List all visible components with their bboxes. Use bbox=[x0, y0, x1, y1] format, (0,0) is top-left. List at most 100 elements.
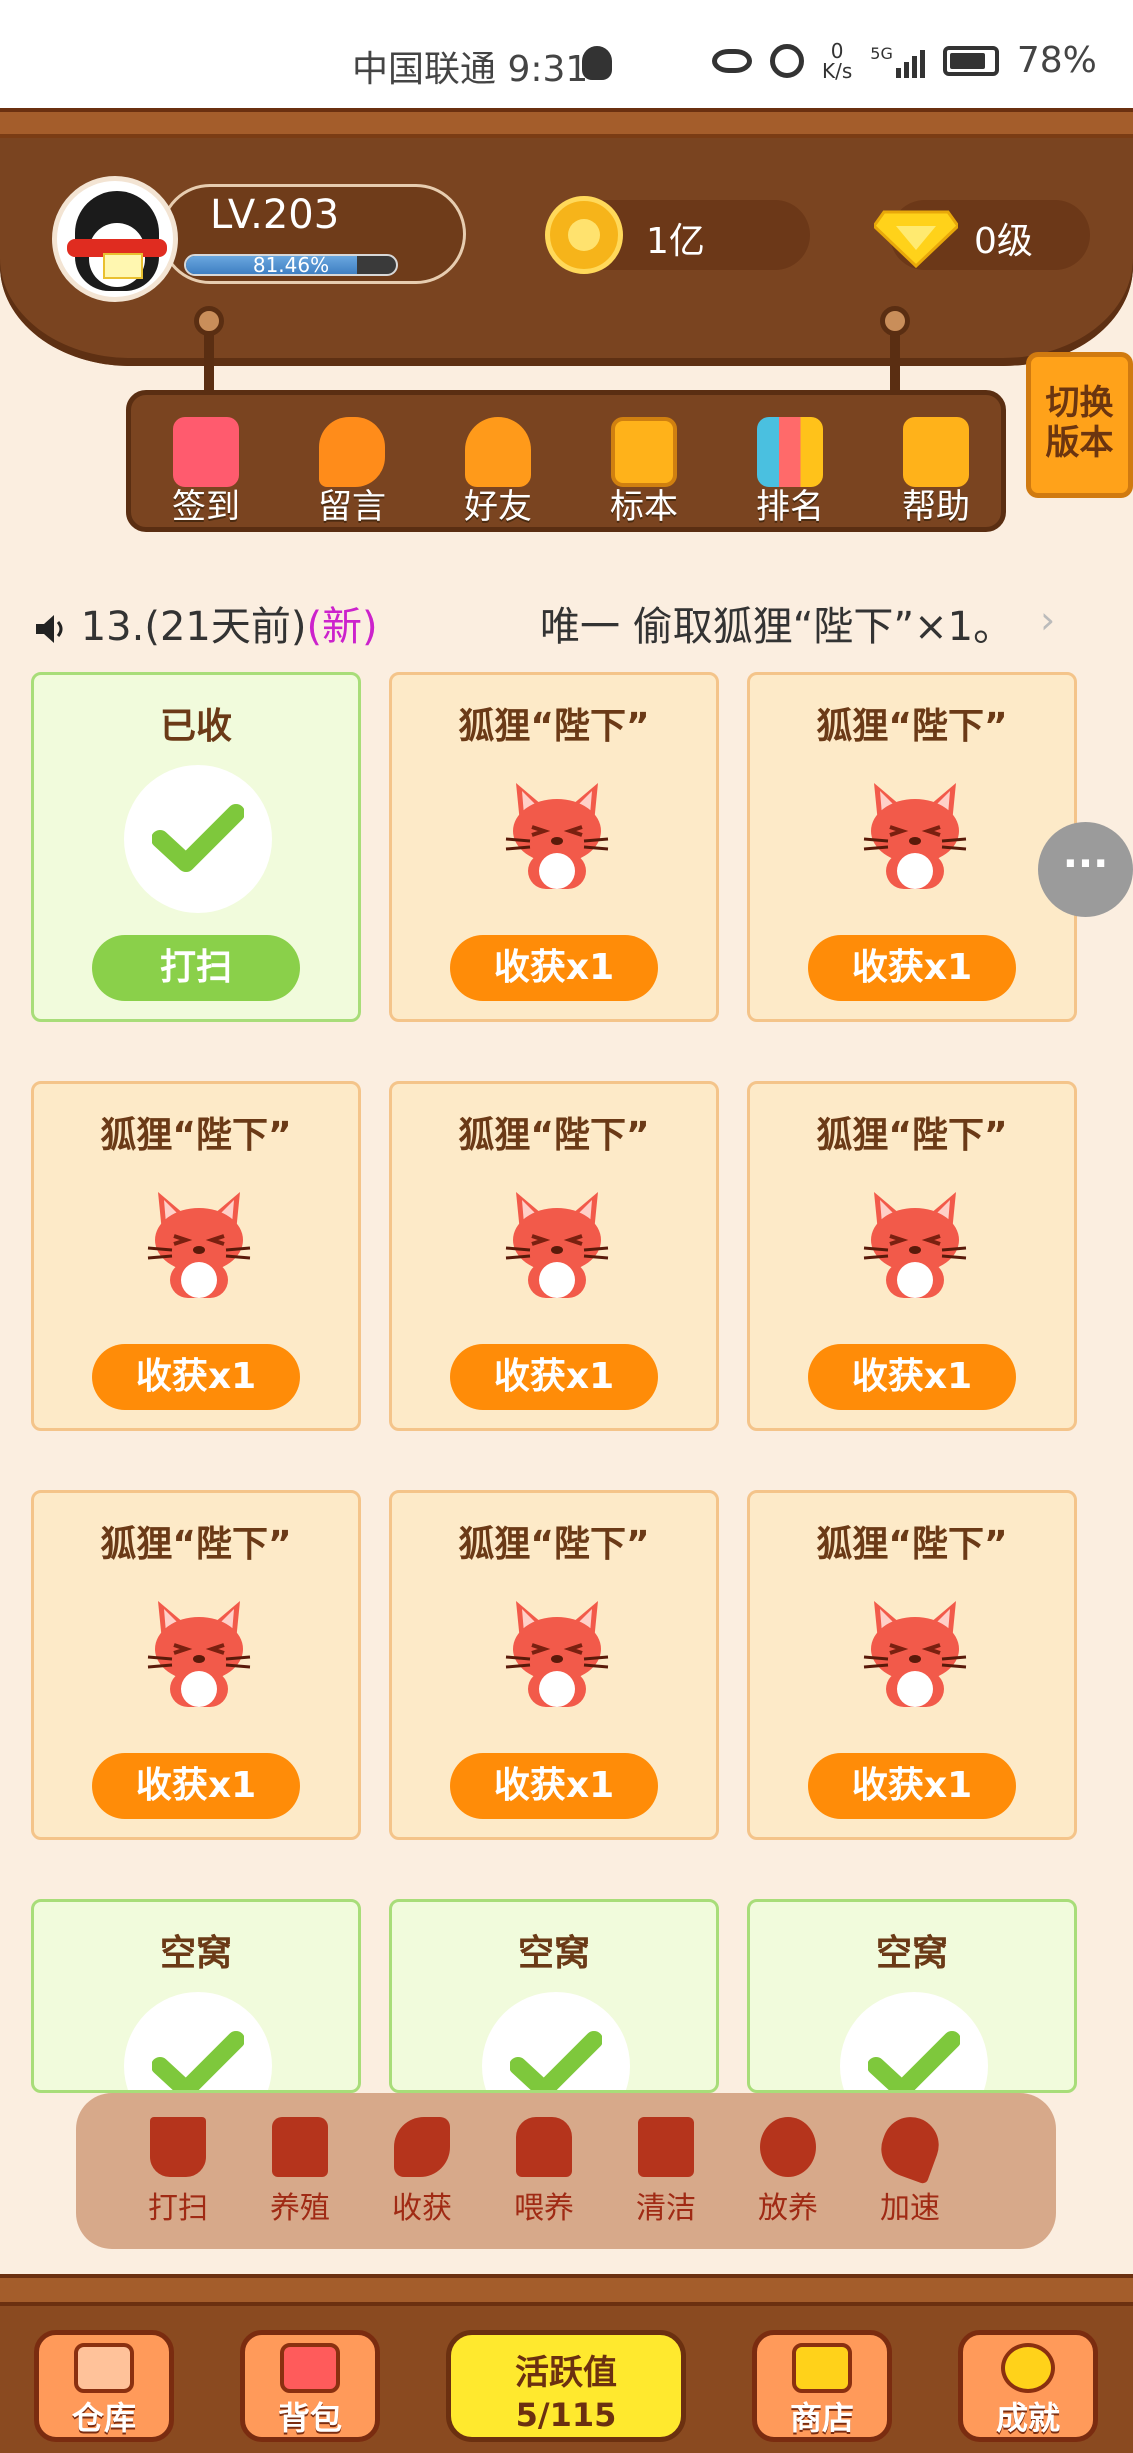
player-level: LV.203 bbox=[210, 192, 340, 238]
eye-comfort-icon bbox=[712, 48, 752, 73]
chevron-right-icon[interactable]: › bbox=[1040, 598, 1055, 642]
empty-nest-slot[interactable]: 空窝 bbox=[747, 1899, 1077, 2093]
top-wood-rail bbox=[0, 108, 1133, 138]
fox-slot[interactable]: 狐狸“陛下” 收获x1 bbox=[747, 1490, 1077, 1840]
action-release-button[interactable]: 放养 bbox=[740, 2117, 836, 2227]
check-icon bbox=[482, 1992, 630, 2090]
friend-icon bbox=[465, 417, 531, 487]
backpack-icon bbox=[280, 2343, 340, 2393]
bottom-wood-rail bbox=[0, 2274, 1133, 2306]
alarm-icon bbox=[770, 43, 804, 78]
activity-value: 5/115 bbox=[515, 2396, 617, 2434]
sweep-button[interactable]: 打扫 bbox=[92, 935, 300, 1001]
fox-slot[interactable]: 狐狸“陛下” 收获x1 bbox=[389, 672, 719, 1022]
check-icon bbox=[840, 1992, 988, 2090]
diamond-level: 0级 bbox=[974, 221, 1033, 262]
slot-title: 狐狸“陛下” bbox=[458, 1115, 650, 1156]
slot-title: 狐狸“陛下” bbox=[458, 1524, 650, 1565]
help-icon bbox=[903, 417, 969, 487]
breed-icon bbox=[272, 2117, 328, 2177]
broom-icon bbox=[150, 2117, 206, 2177]
notice-new-tag: (新) bbox=[306, 604, 378, 650]
harvest-button[interactable]: 收获x1 bbox=[92, 1753, 300, 1819]
specimen-book-icon bbox=[611, 417, 677, 487]
action-bar: 打扫 养殖 收获 喂养 清洁 放养 加速 bbox=[76, 2093, 1056, 2249]
nav-achievement-button[interactable]: 成就 bbox=[958, 2330, 1098, 2442]
sign-knob-right bbox=[880, 306, 910, 336]
notice-message: 唯一 偷取狐狸“陛下”×1。 bbox=[540, 604, 1014, 650]
fox-icon bbox=[502, 1593, 612, 1709]
slot-title: 狐狸“陛下” bbox=[100, 1115, 292, 1156]
action-harvest-button[interactable]: 收获 bbox=[374, 2117, 470, 2227]
coin-amount: 1亿 bbox=[646, 221, 705, 262]
fox-slot[interactable]: 狐狸“陛下” 收获x1 bbox=[31, 1081, 361, 1431]
empty-nest-slot[interactable]: 空窝 bbox=[31, 1899, 361, 2093]
coin-icon bbox=[545, 196, 623, 274]
calendar-icon bbox=[173, 417, 239, 487]
medal-icon bbox=[1001, 2343, 1055, 2393]
fox-icon bbox=[860, 1593, 970, 1709]
nav-shop-button[interactable]: 商店 bbox=[752, 2330, 892, 2442]
carrier-time: 中国联通 9:31 bbox=[352, 49, 589, 90]
fox-icon bbox=[502, 1184, 612, 1300]
action-feed-button[interactable]: 喂养 bbox=[496, 2117, 592, 2227]
harvest-button[interactable]: 收获x1 bbox=[808, 1344, 1016, 1410]
slot-title: 狐狸“陛下” bbox=[816, 1524, 1008, 1565]
toolbar-specimen-button[interactable]: 标本 bbox=[589, 417, 699, 528]
collected-slot[interactable]: 已收 打扫 bbox=[31, 672, 361, 1022]
harvest-icon bbox=[394, 2117, 450, 2177]
slot-title: 空窝 bbox=[159, 1933, 232, 1974]
signal-icon: 5G bbox=[870, 44, 925, 78]
toolbar-checkin-button[interactable]: 签到 bbox=[151, 417, 261, 528]
harvest-button[interactable]: 收获x1 bbox=[808, 1753, 1016, 1819]
harvest-button[interactable]: 收获x1 bbox=[450, 1344, 658, 1410]
fox-slot[interactable]: 狐狸“陛下” 收获x1 bbox=[389, 1081, 719, 1431]
nav-warehouse-button[interactable]: 仓库 bbox=[34, 2330, 174, 2442]
harvest-button[interactable]: 收获x1 bbox=[450, 1753, 658, 1819]
feature-toolbar: 签到 留言 好友 标本 排名 帮助 bbox=[126, 390, 1006, 532]
fox-slot[interactable]: 狐狸“陛下” 收获x1 bbox=[31, 1490, 361, 1840]
status-bar: 中国联通 9:31 0 K/s 5G 78% bbox=[0, 0, 1133, 108]
speaker-icon bbox=[36, 615, 63, 643]
house-icon bbox=[74, 2343, 134, 2393]
shop-icon bbox=[792, 2343, 852, 2393]
fox-slot[interactable]: 狐狸“陛下” 收获x1 bbox=[389, 1490, 719, 1840]
ranking-icon bbox=[757, 417, 823, 487]
fox-icon bbox=[860, 775, 970, 891]
avatar[interactable] bbox=[52, 176, 178, 302]
action-sweep-button[interactable]: 打扫 bbox=[130, 2117, 226, 2227]
action-speedup-button[interactable]: 加速 bbox=[862, 2109, 958, 2227]
fox-icon bbox=[144, 1184, 254, 1300]
network-speed: 0 K/s bbox=[822, 38, 853, 83]
empty-nest-slot[interactable]: 空窝 bbox=[389, 1899, 719, 2093]
switch-version-button[interactable]: 切换 版本 bbox=[1026, 352, 1133, 498]
paw-icon bbox=[760, 2117, 816, 2177]
slot-title: 狐狸“陛下” bbox=[816, 1115, 1008, 1156]
sign-knob-left bbox=[194, 306, 224, 336]
toolbar-help-button[interactable]: 帮助 bbox=[881, 417, 991, 528]
battery-icon bbox=[942, 45, 999, 76]
notice-prefix: 13.(21天前) bbox=[80, 604, 307, 650]
fox-icon bbox=[502, 775, 612, 891]
more-options-button[interactable]: ··· bbox=[1038, 822, 1133, 917]
diamond-icon bbox=[874, 210, 958, 268]
fox-slot[interactable]: 狐狸“陛下” 收获x1 bbox=[747, 1081, 1077, 1431]
harvest-button[interactable]: 收获x1 bbox=[92, 1344, 300, 1410]
exp-percent: 81.46% bbox=[252, 253, 330, 277]
fox-slot[interactable]: 狐狸“陛下” 收获x1 bbox=[747, 672, 1077, 1022]
battery-percent: 78% bbox=[1016, 40, 1097, 81]
slot-title: 狐狸“陛下” bbox=[100, 1524, 292, 1565]
action-breed-button[interactable]: 养殖 bbox=[252, 2117, 348, 2227]
activity-label: 活跃值 bbox=[515, 2353, 617, 2393]
notice-bar: 13.(21天前)(新) bbox=[34, 594, 378, 652]
spray-clean-icon bbox=[638, 2117, 694, 2177]
harvest-button[interactable]: 收获x1 bbox=[450, 935, 658, 1001]
toolbar-message-button[interactable]: 留言 bbox=[297, 417, 407, 528]
rocket-icon bbox=[873, 2109, 947, 2185]
toolbar-ranking-button[interactable]: 排名 bbox=[735, 417, 845, 528]
toolbar-friends-button[interactable]: 好友 bbox=[443, 417, 553, 528]
harvest-button[interactable]: 收获x1 bbox=[808, 935, 1016, 1001]
activity-value-button[interactable]: 活跃值 5/115 bbox=[446, 2330, 686, 2442]
action-clean-button[interactable]: 清洁 bbox=[618, 2117, 714, 2227]
nav-backpack-button[interactable]: 背包 bbox=[240, 2330, 380, 2442]
